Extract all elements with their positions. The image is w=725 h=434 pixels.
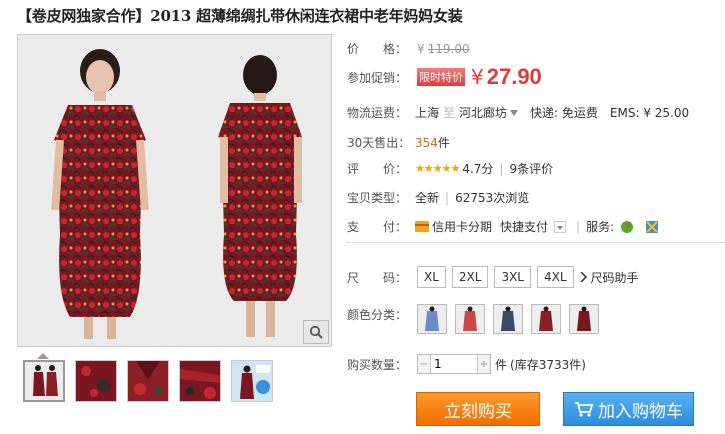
product-title: 【卷皮网独家合作】2013 超薄绵绸扎带休闲连衣裙中老年妈妈女装 bbox=[17, 7, 463, 25]
chevron-right-icon bbox=[580, 272, 587, 282]
quantity-label: 购买数量： bbox=[347, 357, 408, 372]
shipping-destination[interactable]: 河北廊坊 bbox=[459, 104, 507, 121]
chevron-down-icon bbox=[557, 225, 564, 230]
type-value: 全新 bbox=[415, 191, 440, 205]
sales-label: 30天售出： bbox=[347, 136, 411, 150]
quantity-decrease-button[interactable]: − bbox=[418, 355, 430, 373]
color-option-2[interactable] bbox=[455, 304, 485, 334]
size-option-4xl[interactable]: 4XL bbox=[537, 266, 574, 288]
ems-fee: EMS: ¥ 25.00 bbox=[609, 105, 690, 120]
options-divider bbox=[347, 242, 725, 243]
shipping-sep: 至 bbox=[443, 106, 456, 120]
type-row: 宝贝类型： 全新 | 62753次浏览 bbox=[347, 189, 529, 206]
add-to-cart-button[interactable]: 加入购物车 bbox=[563, 392, 694, 426]
promo-currency: ¥ bbox=[471, 65, 484, 89]
promo-row: 参加促销： 限时特价 ¥ 27.90 bbox=[347, 64, 542, 90]
color-row: 颜色分类： bbox=[347, 304, 607, 334]
credit-card-icon bbox=[415, 221, 429, 232]
size-option-xl[interactable]: XL bbox=[417, 266, 446, 288]
zoom-button[interactable] bbox=[303, 320, 329, 344]
cart-icon bbox=[575, 401, 594, 417]
price-label: 价 格： bbox=[347, 42, 408, 56]
original-price: 119.00 bbox=[427, 41, 470, 56]
size-option-3xl[interactable]: 3XL bbox=[494, 266, 531, 288]
shipping-label: 物流运费： bbox=[347, 106, 408, 120]
express-fee: 快递: 免运费 bbox=[530, 106, 598, 120]
promo-label: 参加促销： bbox=[347, 70, 408, 85]
payment-label: 支 付： bbox=[347, 220, 408, 234]
buy-now-button[interactable]: 立刻购买 bbox=[416, 392, 540, 426]
color-option-3[interactable] bbox=[493, 304, 523, 334]
chevron-down-icon[interactable] bbox=[510, 109, 519, 116]
rating-row: 评 价： ★★★★★ 4.7分 | 9条评价 bbox=[347, 160, 553, 177]
color-option-1[interactable] bbox=[417, 304, 447, 334]
buy-now-label: 立刻购买 bbox=[444, 401, 512, 422]
add-to-cart-label: 加入购物车 bbox=[598, 401, 683, 422]
color-option-5[interactable] bbox=[569, 304, 599, 334]
promo-price: 27.90 bbox=[486, 64, 542, 89]
credit-installment-link[interactable]: 信用卡分期 bbox=[432, 218, 492, 235]
rating-label: 评 价： bbox=[347, 162, 408, 176]
rating-stars: ★★★★★ bbox=[415, 162, 460, 175]
warranty-icon[interactable] bbox=[646, 220, 659, 233]
price-currency: ¥ bbox=[417, 41, 425, 56]
quantity-unit: 件 bbox=[495, 357, 508, 372]
seven-day-return-icon[interactable]: 7 bbox=[620, 220, 634, 234]
sales-row: 30天售出： 354 件 bbox=[347, 134, 450, 151]
size-option-2xl[interactable]: 2XL bbox=[451, 266, 489, 288]
service-label: 服务: bbox=[586, 220, 615, 234]
size-helper-link[interactable]: 尺码助手 bbox=[591, 269, 639, 286]
shipping-row: 物流运费： 上海 至 河北廊坊 快递: 免运费 EMS: ¥ 25.00 bbox=[347, 104, 689, 121]
quantity-increase-button[interactable]: + bbox=[478, 355, 490, 373]
magnifier-icon bbox=[309, 325, 323, 339]
thumbnail-2[interactable] bbox=[75, 360, 117, 402]
color-label: 颜色分类： bbox=[347, 308, 408, 322]
payment-more-button[interactable] bbox=[554, 220, 567, 233]
thumbnail-3[interactable] bbox=[127, 360, 169, 402]
quick-pay-link[interactable]: 快捷支付 bbox=[500, 218, 548, 235]
stock-count: (库存3733件) bbox=[510, 357, 586, 372]
product-photo bbox=[18, 35, 331, 346]
quantity-stepper: − + bbox=[417, 354, 491, 374]
promo-tag: 限时特价 bbox=[417, 68, 465, 86]
product-main-image[interactable] bbox=[17, 34, 332, 347]
quantity-input[interactable] bbox=[430, 355, 478, 373]
thumbnail-1[interactable] bbox=[23, 360, 65, 402]
sales-count: 354 bbox=[415, 135, 438, 150]
quantity-row: 购买数量： − + 件 (库存3733件) bbox=[347, 354, 586, 374]
shipping-from: 上海 bbox=[415, 106, 440, 120]
thumbnail-5[interactable] bbox=[231, 360, 273, 402]
svg-text:7: 7 bbox=[624, 222, 630, 233]
type-divider: | bbox=[445, 190, 450, 205]
type-label: 宝贝类型： bbox=[347, 191, 408, 205]
rating-divider: | bbox=[499, 161, 504, 176]
review-count-link[interactable]: 9条评价 bbox=[509, 160, 553, 177]
size-label: 尺 码： bbox=[347, 270, 408, 285]
payment-divider: | bbox=[576, 219, 581, 234]
thumbnail-strip bbox=[23, 360, 273, 402]
sales-unit: 件 bbox=[437, 136, 450, 150]
price-row: 价 格： ¥ 119.00 bbox=[347, 40, 470, 57]
payment-row: 支 付： 信用卡分期 快捷支付 | 服务: 7 bbox=[347, 218, 659, 235]
active-thumb-indicator bbox=[37, 353, 49, 359]
thumbnail-4[interactable] bbox=[179, 360, 221, 402]
size-row: 尺 码： XL 2XL 3XL 4XL 尺码助手 bbox=[347, 266, 639, 288]
color-option-4[interactable] bbox=[531, 304, 561, 334]
rating-score: 4.7分 bbox=[462, 162, 494, 176]
view-count: 62753次浏览 bbox=[455, 191, 530, 205]
